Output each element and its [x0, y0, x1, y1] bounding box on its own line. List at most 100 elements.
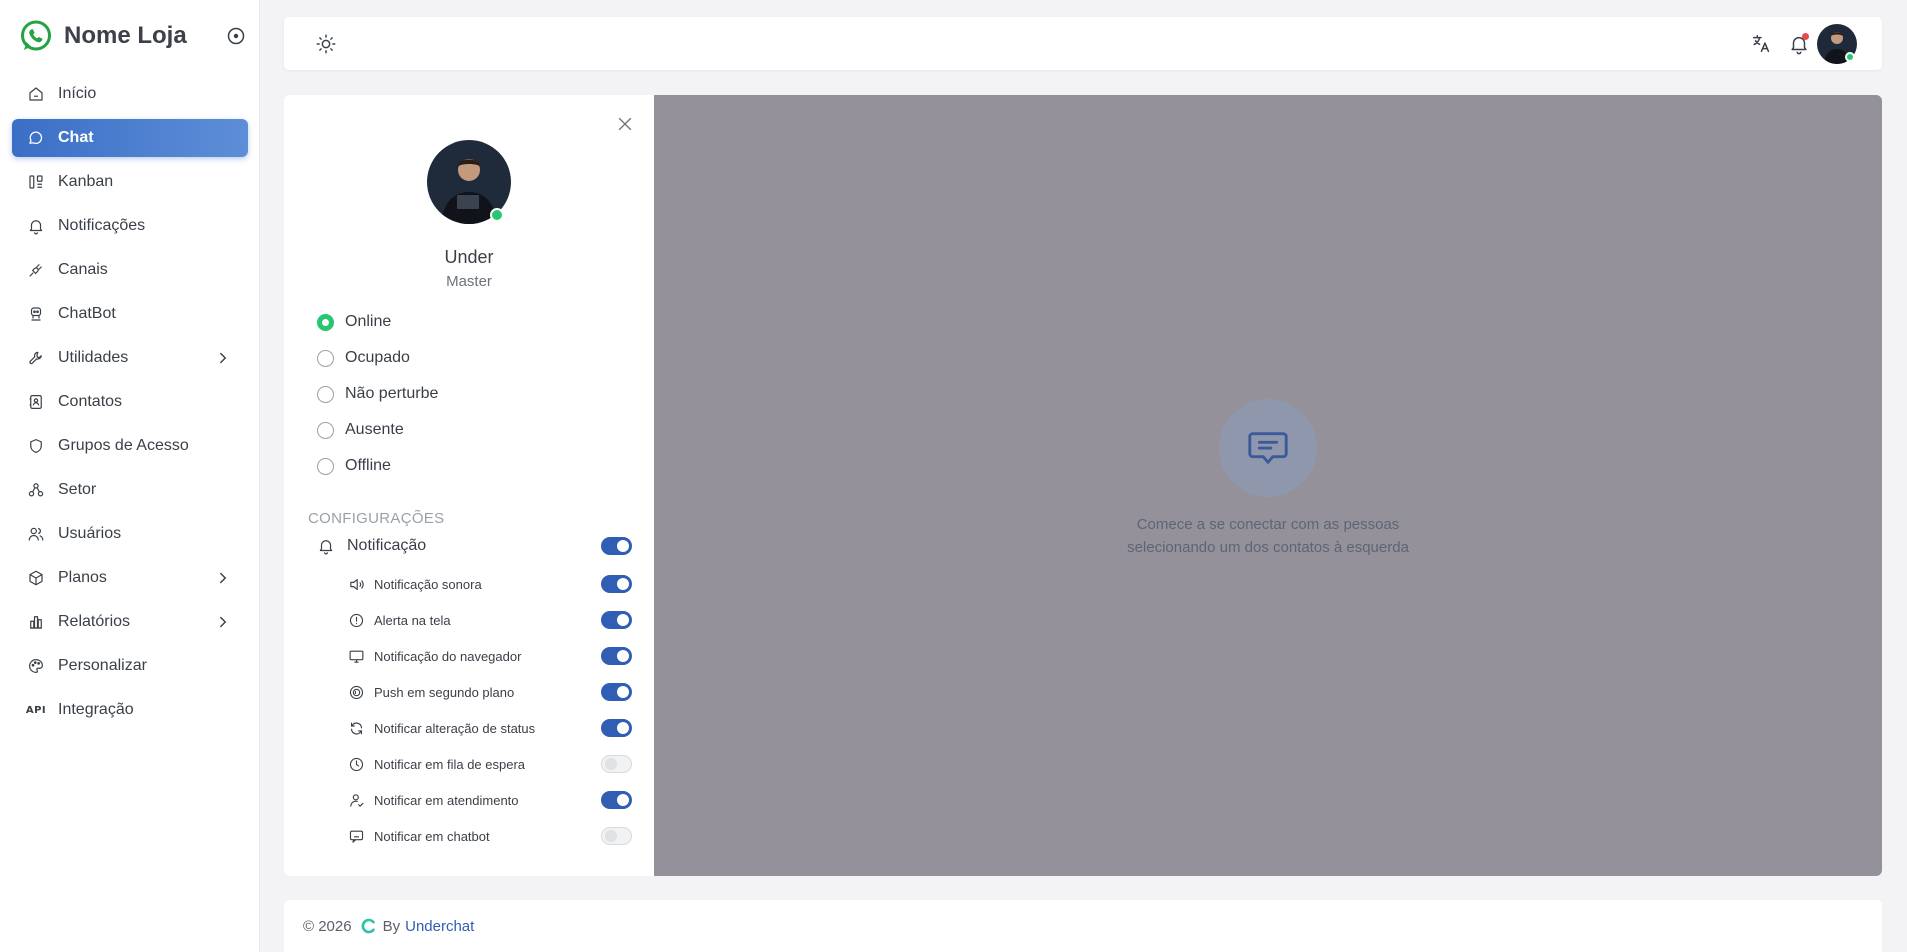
- option-label: Notificar alteração de status: [374, 720, 536, 736]
- sidebar-item-utilidades[interactable]: Utilidades: [12, 339, 248, 377]
- shield-icon: [26, 436, 46, 456]
- whatsapp-logo-icon: [21, 20, 51, 51]
- brand-name: Nome Loja: [64, 22, 187, 49]
- option-notificacao-sonora: Notificação sonora: [348, 566, 632, 602]
- status-ocupado[interactable]: Ocupado: [317, 340, 438, 376]
- toggle-switch[interactable]: [601, 719, 632, 737]
- sector-icon: [26, 480, 46, 500]
- toggle-switch[interactable]: [601, 611, 632, 629]
- notification-badge: [1802, 33, 1809, 40]
- sidebar-toggle-icon[interactable]: [226, 26, 246, 46]
- sidebar-item-integracao[interactable]: API Integração: [12, 691, 248, 729]
- empty-chat-badge: [1219, 399, 1317, 497]
- alert-icon: [348, 612, 365, 629]
- sidebar-item-chat[interactable]: Chat: [12, 119, 248, 157]
- option-label: Push em segundo plano: [374, 684, 515, 700]
- empty-chat-line-1: Comece a se conectar com as pessoas: [1136, 516, 1400, 533]
- option-label: Notificação sonora: [374, 576, 482, 592]
- sidebar-item-usuarios[interactable]: Usuários: [12, 515, 248, 553]
- sidebar-item-chatbot[interactable]: ChatBot: [12, 295, 248, 333]
- notification-toggle[interactable]: [601, 537, 632, 555]
- option-label: Notificar em fila de espera: [374, 756, 526, 772]
- topbar: [284, 17, 1882, 70]
- sidebar-item-label: Planos: [58, 569, 107, 586]
- sidebar-item-inicio[interactable]: Início: [12, 75, 248, 113]
- status-label: Ocupado: [345, 349, 410, 366]
- option-notificar-em-chatbot: Notificar em chatbot: [348, 818, 632, 854]
- online-status-dot: [490, 208, 504, 222]
- option-label: Alerta na tela: [374, 612, 451, 628]
- sidebar-item-label: Kanban: [58, 173, 114, 190]
- sun-icon[interactable]: [315, 33, 337, 55]
- sidebar-item-label: Relatórios: [58, 613, 131, 630]
- status-nao-perturbe[interactable]: Não perturbe: [317, 376, 438, 412]
- chevron-right-icon: [220, 352, 227, 364]
- sidebar-item-label: Usuários: [58, 525, 122, 542]
- sidebar-item-contatos[interactable]: Contatos: [12, 383, 248, 421]
- radio[interactable]: [317, 421, 334, 439]
- status-label: Offline: [345, 457, 391, 474]
- underchat-link[interactable]: Underchat: [405, 918, 474, 935]
- underchat-logo-icon: [361, 918, 375, 934]
- sidebar-item-setor[interactable]: Setor: [12, 471, 248, 509]
- option-notificacao-do-navegador: Notificação do navegador: [348, 638, 632, 674]
- profile-name: Under: [444, 247, 494, 267]
- sidebar-item-canais[interactable]: Canais: [12, 251, 248, 289]
- sidebar-item-label: Notificações: [58, 217, 146, 234]
- notification-setting: Notificação: [317, 532, 632, 560]
- status-label: Ausente: [345, 421, 404, 438]
- monitor-icon: [348, 648, 365, 665]
- sidebar-item-planos[interactable]: Planos: [12, 559, 248, 597]
- radio[interactable]: [317, 457, 334, 475]
- wrench-icon: [26, 348, 46, 368]
- sidebar-item-label: Contatos: [58, 393, 123, 410]
- chart-icon: [26, 612, 46, 632]
- option-notificar-em-atendimento: Notificar em atendimento: [348, 782, 632, 818]
- status-offline[interactable]: Offline: [317, 448, 438, 484]
- option-notificar-alteracao-de-status: Notificar alteração de status: [348, 710, 632, 746]
- sidebar-item-label: Integração: [58, 701, 134, 718]
- toggle-switch[interactable]: [601, 683, 632, 701]
- kanban-icon: [26, 172, 46, 192]
- sidebar-item-label: Utilidades: [58, 349, 129, 366]
- footer: © 2026 By Underchat: [284, 900, 1882, 952]
- toggle-switch[interactable]: [601, 791, 632, 809]
- sidebar-item-kanban[interactable]: Kanban: [12, 163, 248, 201]
- status-online[interactable]: Online: [317, 304, 438, 340]
- radio[interactable]: [317, 349, 334, 367]
- brand[interactable]: Nome Loja: [19, 18, 187, 54]
- toggle-switch[interactable]: [601, 647, 632, 665]
- robot-icon: [26, 304, 46, 324]
- close-icon[interactable]: [616, 115, 634, 133]
- sidebar-item-label: Canais: [58, 261, 108, 278]
- sidebar-nav: Início Chat Kanban Notificações Canais C…: [12, 75, 248, 735]
- home-icon: [26, 84, 46, 104]
- toggle-switch[interactable]: [601, 827, 632, 845]
- profile-panel: Under Master Online Ocupado Não perturbe…: [284, 95, 654, 876]
- clock-icon: [348, 756, 365, 773]
- toggle-switch[interactable]: [601, 755, 632, 773]
- chat-empty-state: Comece a se conectar com as pessoas sele…: [654, 95, 1882, 876]
- status-label: Não perturbe: [345, 385, 439, 402]
- option-label: Notificar em atendimento: [374, 792, 519, 808]
- sidebar-item-relatorios[interactable]: Relatórios: [12, 603, 248, 641]
- sidebar-item-label: Setor: [58, 481, 97, 498]
- settings-section-title: CONFIGURAÇÕES: [308, 510, 445, 527]
- sidebar-item-grupos-de-acesso[interactable]: Grupos de Acesso: [12, 427, 248, 465]
- radio[interactable]: [317, 385, 334, 403]
- status-ausente[interactable]: Ausente: [317, 412, 438, 448]
- chat-icon: [26, 128, 46, 148]
- sidebar-item-personalizar[interactable]: Personalizar: [12, 647, 248, 685]
- translate-icon[interactable]: [1750, 33, 1772, 55]
- radio-checked[interactable]: [317, 313, 334, 331]
- sidebar-item-label: ChatBot: [58, 305, 116, 322]
- sidebar-item-label: Início: [58, 85, 97, 102]
- box-icon: [26, 568, 46, 588]
- copyright-text: © 2026: [303, 917, 352, 935]
- sidebar-item-notificacoes[interactable]: Notificações: [12, 207, 248, 245]
- api-icon: API: [25, 704, 47, 716]
- toggle-switch[interactable]: [601, 575, 632, 593]
- status-label: Online: [345, 313, 392, 330]
- option-notificar-em-fila-de-espera: Notificar em fila de espera: [348, 746, 632, 782]
- by-text: By: [382, 917, 401, 935]
